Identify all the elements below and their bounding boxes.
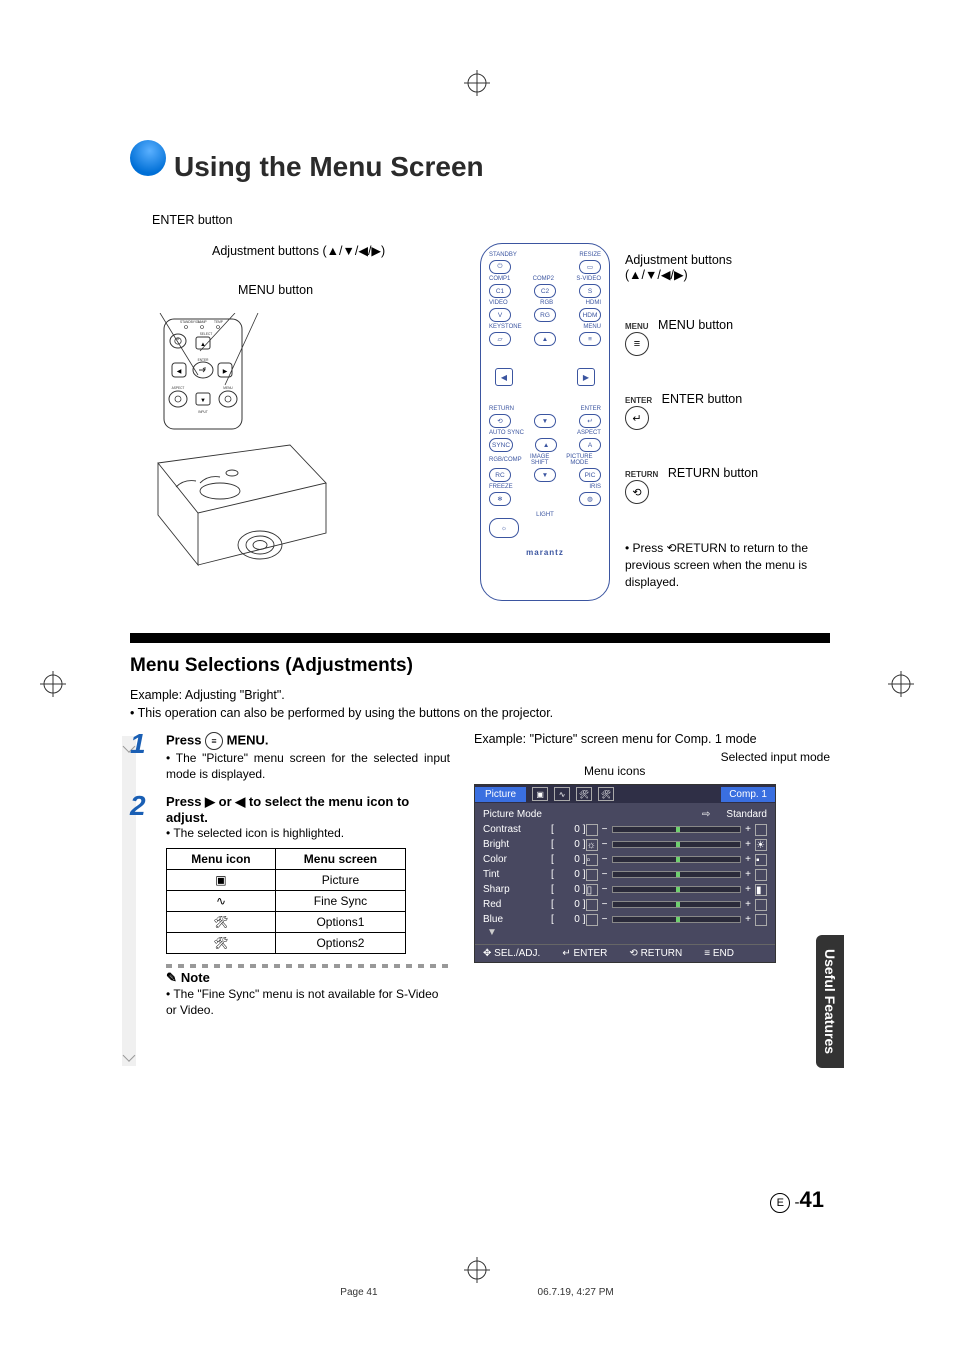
svg-text:INPUT: INPUT <box>198 410 208 414</box>
osd-enter: ↵ ENTER <box>562 948 607 959</box>
callout-menu-button: MENU button <box>238 283 313 297</box>
return-icon: ⟲ <box>625 480 649 504</box>
menu-icon: ≡ <box>625 332 649 356</box>
crop-mark-icon <box>464 70 490 96</box>
svg-text:TEMP: TEMP <box>214 320 223 324</box>
callout-enter-button-right: ENTER ENTER button ↵ <box>625 392 835 430</box>
remote-illustration: STANDBYRESIZE ⏻▭ COMP1COMP2S-VIDEO C1C2S… <box>480 243 610 601</box>
side-tab-useful-features: Useful Features <box>816 935 844 1068</box>
svg-text:▶: ▶ <box>223 369 228 375</box>
page-title: Using the Menu Screen <box>174 151 484 183</box>
svg-text:ENTER: ENTER <box>198 358 210 362</box>
crop-mark-icon <box>40 671 66 697</box>
svg-text:◀: ◀ <box>177 369 182 375</box>
note-heading: ✎ Note <box>166 970 450 986</box>
step-number: 2 <box>130 790 146 822</box>
osd-sel-adj: ✥ SEL./ADJ. <box>483 948 540 959</box>
osd-end: ≡ END <box>704 948 734 959</box>
options1-icon: 🛠 <box>576 787 592 801</box>
osd-caption: Example: "Picture" screen menu for Comp.… <box>474 732 830 746</box>
section-divider <box>130 633 830 643</box>
note-divider <box>166 964 450 968</box>
footer-page: Page 41 <box>340 1287 377 1298</box>
fine-sync-icon: ∿ <box>554 787 570 801</box>
callout-menu-button-right: MENU MENU button ≡ <box>625 318 835 356</box>
title-bullet-icon <box>130 140 166 176</box>
callout-menu-icons: Menu icons <box>584 764 645 778</box>
section-title: Menu Selections (Adjustments) <box>130 655 830 677</box>
options2-icon: 🛠 <box>213 936 228 950</box>
callout-adjustment-buttons-right: Adjustment buttons (▲/▼/◀/▶) <box>625 253 835 282</box>
projector-illustration: STANDBY/ON LAMP TEMP SELECT ▲ ◀ ▶ <box>140 313 340 593</box>
intro-note: • This operation can also be performed b… <box>130 705 830 723</box>
svg-text:MENU: MENU <box>223 386 233 390</box>
fine-sync-icon: ∿ <box>216 894 226 908</box>
callout-adjustment-buttons: Adjustment buttons (▲/▼/◀/▶) <box>212 243 385 258</box>
page-number: E -41 <box>770 1187 824 1213</box>
svg-text:▲: ▲ <box>200 342 206 348</box>
step-1: 1 Press ≡ MENU. • The "Picture" menu scr… <box>130 732 450 782</box>
osd-menu: Picture ▣ ∿ 🛠 🛠 Comp. 1 Picture Mode⇨Sta… <box>474 784 776 963</box>
note-body: • The "Fine Sync" menu is not available … <box>166 986 450 1018</box>
osd-return: ⟲ RETURN <box>629 948 682 959</box>
enter-icon: ↵ <box>625 406 649 430</box>
svg-text:SELECT: SELECT <box>200 332 212 336</box>
options1-icon: 🛠 <box>213 915 228 929</box>
menu-icon: ≡ <box>205 732 223 750</box>
osd-tab-picture: Picture <box>475 787 526 802</box>
menu-icon-table: Menu icon Menu screen ▣Picture ∿Fine Syn… <box>166 848 406 954</box>
options2-icon: 🛠 <box>598 787 614 801</box>
callout-enter-button: ENTER button <box>152 213 233 227</box>
picture-icon: ▣ <box>215 873 226 887</box>
footer-timestamp: 06.7.19, 4:27 PM <box>538 1287 614 1298</box>
intro-example: Example: Adjusting "Bright". <box>130 687 830 705</box>
callout-return-button-right: RETURN RETURN button ⟲ <box>625 466 835 504</box>
step-number: 1 <box>130 728 146 760</box>
crop-mark-icon <box>464 1257 490 1283</box>
callout-selected-input: Selected input mode <box>721 750 830 764</box>
svg-text:▼: ▼ <box>200 398 206 404</box>
crop-mark-icon <box>888 671 914 697</box>
note-icon: ✎ <box>166 970 177 986</box>
scroll-down-icon: ▼ <box>487 927 767 938</box>
return-note: • Press ⟲RETURN to return to the previou… <box>625 540 835 590</box>
step-2: 2 Press ▶ or ◀ to select the menu icon t… <box>130 794 450 1018</box>
svg-text:LAMP: LAMP <box>198 320 207 324</box>
picture-icon: ▣ <box>532 787 548 801</box>
osd-input-mode: Comp. 1 <box>721 787 775 802</box>
svg-text:ASPECT: ASPECT <box>172 386 185 390</box>
